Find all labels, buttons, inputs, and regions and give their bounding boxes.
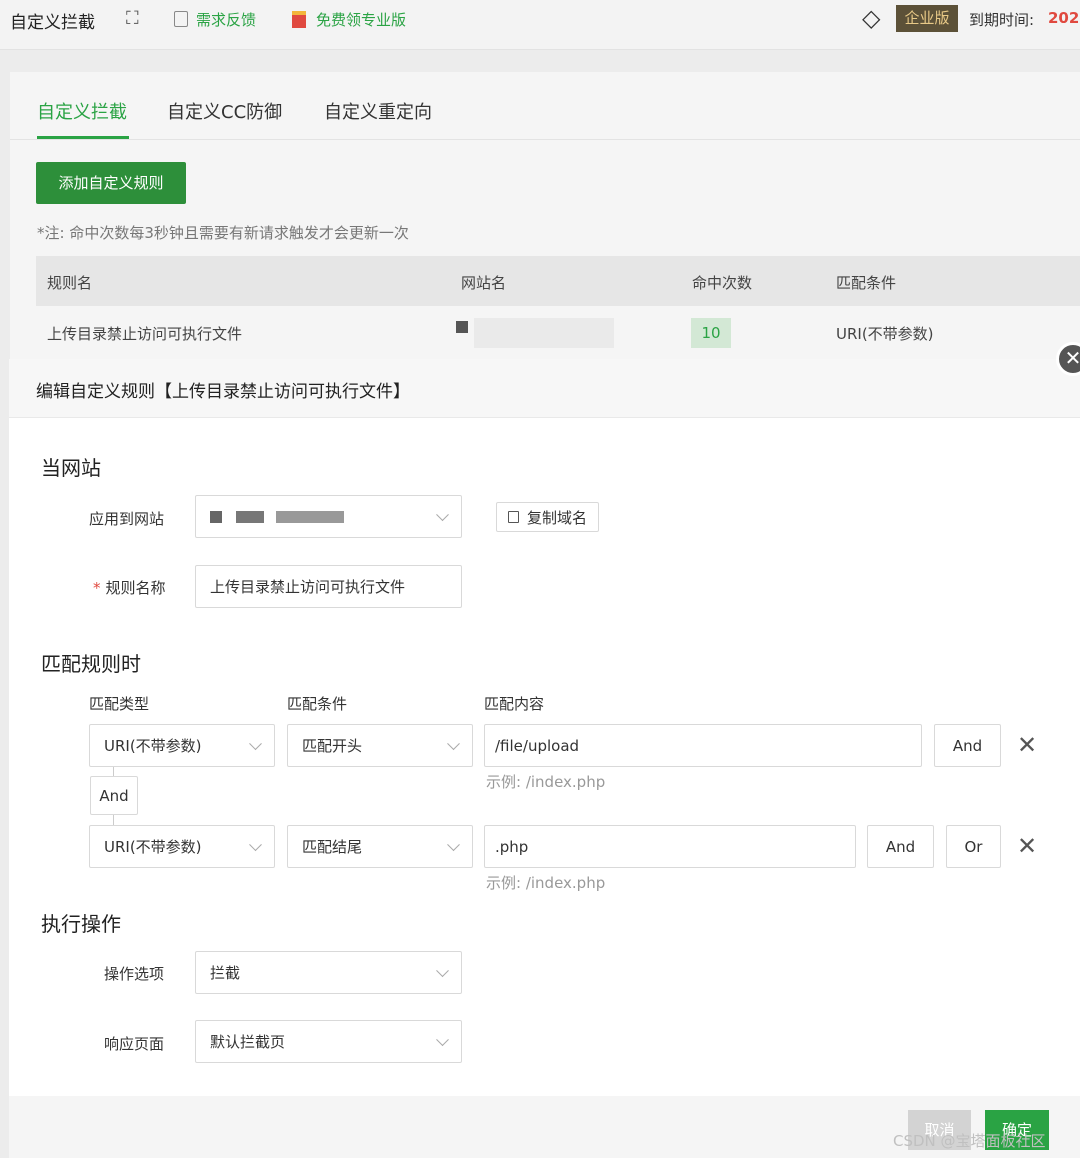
add-and-condition-button[interactable]: And xyxy=(867,825,934,868)
match-content-value: /file/upload xyxy=(495,736,580,755)
tab-custom-block[interactable]: 自定义拦截 xyxy=(37,98,127,124)
match-type-header: 匹配类型 xyxy=(89,695,150,713)
action-select[interactable]: 拦截 xyxy=(195,951,462,994)
tab-custom-redirect[interactable]: 自定义重定向 xyxy=(324,98,432,124)
tab-divider xyxy=(10,139,1080,140)
redacted-site-block xyxy=(210,510,222,523)
free-pro-label: 免费领专业版 xyxy=(316,11,407,29)
dialog-title: 编辑自定义规则【上传目录禁止访问可执行文件】 xyxy=(36,382,410,402)
match-content-input[interactable]: .php xyxy=(484,825,856,868)
rule-name-input[interactable]: 上传目录禁止访问可执行文件 xyxy=(195,565,462,608)
copy-domain-label: 复制域名 xyxy=(526,508,587,527)
remove-condition-icon[interactable]: ✕ xyxy=(1017,832,1037,860)
example-hint: 示例: /index.php xyxy=(486,773,606,791)
match-condition-select[interactable]: 匹配开头 xyxy=(287,724,473,767)
redacted-site-block xyxy=(456,321,468,333)
rule-name-value: 上传目录禁止访问可执行文件 xyxy=(210,578,406,596)
hit-count-badge: 10 xyxy=(691,318,731,348)
table-header xyxy=(36,256,1080,306)
match-condition-value: 匹配开头 xyxy=(302,737,363,755)
diamond-icon: ◇ xyxy=(862,4,881,32)
chevron-down-icon xyxy=(447,736,460,750)
copy-icon xyxy=(507,511,519,523)
rule-name-label-text: 规则名称 xyxy=(105,579,166,597)
match-condition-value: 匹配结尾 xyxy=(302,838,363,856)
table-cell-condition: URI(不带参数) xyxy=(836,325,934,343)
fullscreen-icon[interactable]: ⛶ xyxy=(126,8,139,29)
response-page-label: 响应页面 xyxy=(104,1035,165,1053)
dialog-header: 编辑自定义规则【上传目录禁止访问可执行文件】 xyxy=(9,359,1080,418)
column-header-hits: 命中次数 xyxy=(692,274,753,292)
example-hint: 示例: /index.php xyxy=(486,874,606,892)
add-and-condition-button[interactable]: And xyxy=(934,724,1001,767)
section-site-title: 当网站 xyxy=(41,456,101,480)
column-header-rule-name: 规则名 xyxy=(47,274,93,292)
match-condition-header: 匹配条件 xyxy=(287,695,348,713)
expire-value: 202 xyxy=(1048,9,1080,27)
required-marker: * xyxy=(93,579,101,597)
page-title: 自定义拦截 xyxy=(10,13,95,33)
match-content-input[interactable]: /file/upload xyxy=(484,724,922,767)
document-icon xyxy=(174,11,188,27)
redacted-site-name xyxy=(276,510,344,523)
match-condition-select[interactable]: 匹配结尾 xyxy=(287,825,473,868)
apply-site-label: 应用到网站 xyxy=(89,510,165,528)
chevron-down-icon xyxy=(249,837,262,851)
top-header: 自定义拦截 ⛶ 需求反馈 免费领专业版 ◇ 企业版 到期时间: 202 xyxy=(0,0,1080,50)
tab-custom-cc[interactable]: 自定义CC防御 xyxy=(167,98,282,124)
chevron-down-icon xyxy=(436,507,449,521)
chevron-down-icon xyxy=(436,1032,449,1046)
match-type-value: URI(不带参数) xyxy=(104,737,202,755)
match-type-select[interactable]: URI(不带参数) xyxy=(89,724,275,767)
chevron-down-icon xyxy=(249,736,262,750)
remove-condition-icon[interactable]: ✕ xyxy=(1017,731,1037,759)
logic-operator-toggle[interactable]: And xyxy=(90,776,138,815)
response-page-select[interactable]: 默认拦截页 xyxy=(195,1020,462,1063)
action-option-label: 操作选项 xyxy=(104,965,165,983)
feedback-link[interactable]: 需求反馈 xyxy=(174,9,256,30)
feedback-label: 需求反馈 xyxy=(196,11,257,29)
section-action-title: 执行操作 xyxy=(41,912,121,936)
redacted-site-name xyxy=(474,318,614,348)
section-match-title: 匹配规则时 xyxy=(41,652,141,676)
copy-domain-button[interactable]: 复制域名 xyxy=(496,502,599,532)
action-value: 拦截 xyxy=(210,964,241,982)
edition-badge: 企业版 xyxy=(896,5,958,32)
table-cell-rule-name: 上传目录禁止访问可执行文件 xyxy=(47,325,243,343)
free-pro-link[interactable]: 免费领专业版 xyxy=(292,9,406,30)
chevron-down-icon xyxy=(436,963,449,977)
match-type-value: URI(不带参数) xyxy=(104,838,202,856)
column-header-site-name: 网站名 xyxy=(461,274,507,292)
column-header-condition: 匹配条件 xyxy=(836,274,897,292)
expire-label: 到期时间: xyxy=(969,11,1035,29)
redacted-site-block xyxy=(236,510,264,523)
watermark: CSDN @宝塔面板社区 xyxy=(893,1132,1046,1150)
connector-line xyxy=(113,815,114,825)
match-type-select[interactable]: URI(不带参数) xyxy=(89,825,275,868)
rule-name-label: * 规则名称 xyxy=(93,577,166,598)
add-or-condition-button[interactable]: Or xyxy=(946,825,1001,868)
add-rule-button[interactable]: 添加自定义规则 xyxy=(36,162,186,204)
hit-count-note: *注: 命中次数每3秒钟且需要有新请求触发才会更新一次 xyxy=(37,224,409,242)
chevron-down-icon xyxy=(447,837,460,851)
match-content-header: 匹配内容 xyxy=(484,695,545,713)
connector-line xyxy=(113,767,114,776)
site-select[interactable] xyxy=(195,495,462,538)
gift-icon xyxy=(292,11,306,28)
match-content-value: .php xyxy=(495,837,529,856)
response-page-value: 默认拦截页 xyxy=(210,1033,286,1051)
